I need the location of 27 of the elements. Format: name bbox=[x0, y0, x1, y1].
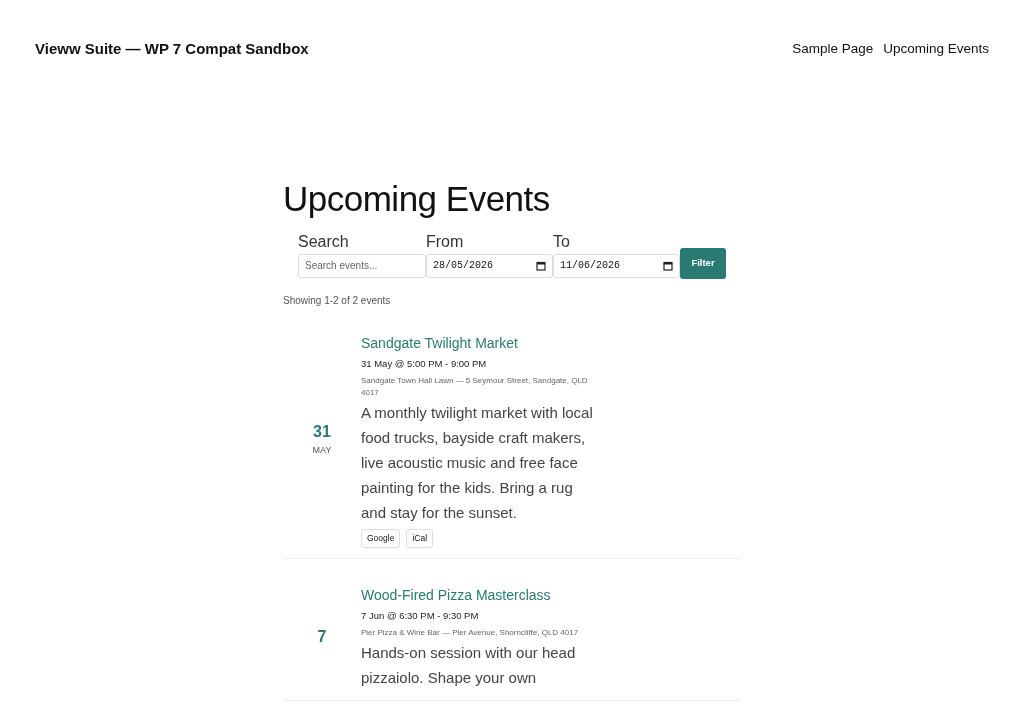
event-venue: Pier Pizza & Wine Bar — Pier Avenue, Shorncliffe, QLD 4017 bbox=[361, 626, 580, 639]
calendar-icon[interactable] bbox=[663, 260, 673, 271]
event-description: Hands-on session with our head pizzaiolo. Shape your own bbox=[361, 642, 577, 688]
event-day: 31 bbox=[313, 422, 331, 441]
page-heading: Upcoming Events bbox=[283, 178, 551, 219]
calendar-link[interactable]: Google bbox=[361, 528, 401, 548]
field-label: Search bbox=[298, 232, 350, 251]
nav-link[interactable]: Upcoming Events bbox=[883, 39, 989, 60]
event-description: A monthly twilight market with local food trucks, bayside craft makers, live acoustic music and free face painting for the kids. Bring a rug and stay for the sunset. bbox=[361, 402, 594, 523]
filter-button[interactable]: Filter bbox=[680, 247, 726, 279]
date-field[interactable]: 11/06/2026 bbox=[553, 253, 680, 278]
site-title[interactable]: Vieww Suite — WP 7 Compat Sandbox bbox=[35, 38, 309, 61]
date-field[interactable]: 28/05/2026 bbox=[426, 253, 553, 278]
event-venue: Sandgate Town Hall Lawn — 5 Seymour Street, Sandgate, QLD 4017 bbox=[361, 374, 589, 399]
event-time: 7 Jun @ 6:30 PM - 9:30 PM bbox=[361, 608, 480, 623]
search-field[interactable]: Search events... bbox=[298, 253, 426, 278]
field-label: From bbox=[426, 232, 465, 251]
nav-link[interactable]: Sample Page bbox=[792, 39, 874, 60]
event-day: 7 bbox=[317, 628, 327, 647]
result-count: Showing 1-2 of 2 events bbox=[283, 293, 392, 308]
calendar-icon[interactable] bbox=[536, 260, 546, 271]
event-time: 31 May @ 5:00 PM - 9:00 PM bbox=[361, 356, 488, 371]
field-label: To bbox=[553, 232, 571, 251]
calendar-link[interactable]: iCal bbox=[406, 528, 434, 548]
event-month: MAY bbox=[312, 443, 332, 457]
event-title[interactable]: Sandgate Twilight Market bbox=[361, 332, 596, 353]
event-title[interactable]: Wood-Fired Pizza Masterclass bbox=[361, 584, 596, 605]
